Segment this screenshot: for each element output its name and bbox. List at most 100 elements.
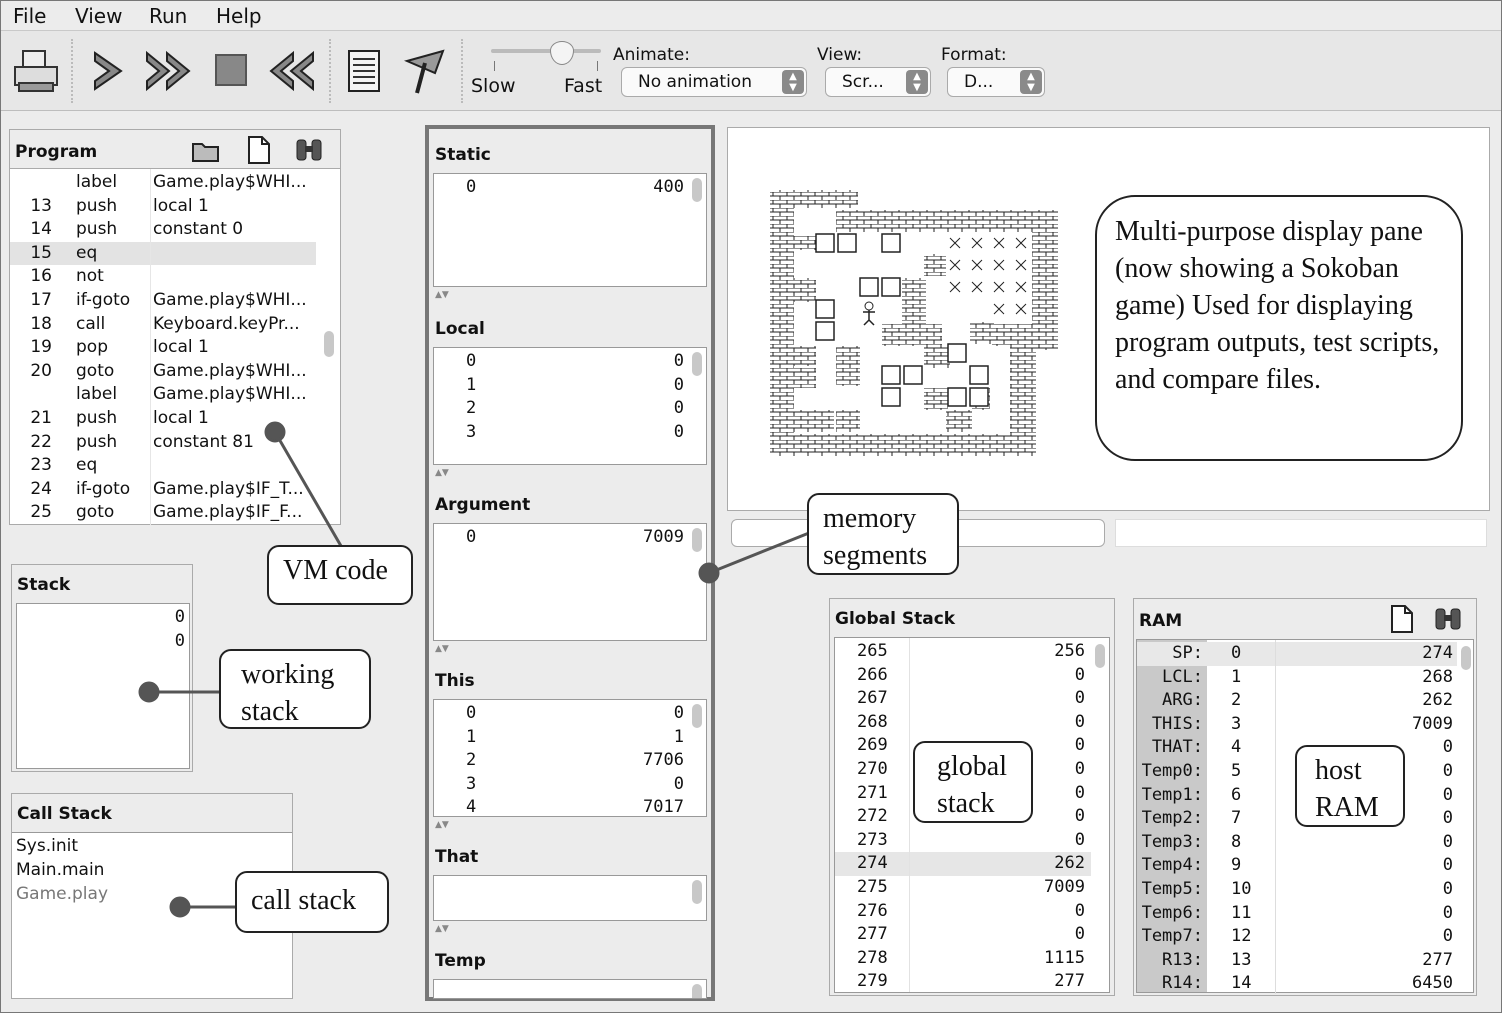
global-stack-row[interactable]: 265 256 (835, 640, 1091, 664)
program-row[interactable]: 18 call Keyboard.keyPr... (10, 313, 316, 337)
program-row-number: 23 (30, 455, 52, 476)
segment-scrollbar[interactable] (692, 880, 702, 904)
script-icon (348, 50, 380, 92)
animate-select[interactable]: No animation ▲ ▼ (621, 67, 807, 97)
load-program-button[interactable] (9, 43, 65, 99)
stack-list[interactable]: 0 0 (16, 603, 190, 769)
segment-scrollbar[interactable] (692, 178, 702, 202)
program-row-command: push (76, 431, 118, 452)
segment-this-list[interactable]: 0 0 1 1 2 7706 3 0 4 7017 (433, 699, 707, 817)
program-row[interactable]: 13 push local 1 (10, 195, 316, 219)
global-stack-row[interactable]: 276 0 (835, 900, 1091, 924)
segment-argument-list[interactable]: 0 7009 (433, 523, 707, 641)
segment-row: 0 7009 (434, 526, 684, 550)
global-stack-row[interactable]: 275 7009 (835, 876, 1091, 900)
global-stack-address: 266 (857, 664, 888, 685)
program-row[interactable]: 22 push constant 81 (10, 431, 316, 455)
ram-row[interactable]: Temp6: 11 0 (1137, 902, 1457, 926)
segment-index: 2 (466, 750, 477, 771)
segment-that-list[interactable] (433, 875, 707, 921)
ram-scrollbar[interactable] (1461, 646, 1471, 670)
chevron-updown-icon: ▲ ▼ (906, 70, 928, 94)
ram-label: Temp0: (1141, 761, 1203, 781)
program-row[interactable]: 25 goto Game.play$IF_F... (10, 501, 316, 525)
menu-file[interactable]: File (13, 4, 46, 28)
global-stack-value: 277 (1054, 971, 1085, 992)
program-row[interactable]: 23 eq (10, 454, 316, 478)
view-select[interactable]: Scr... ▲ ▼ (825, 67, 931, 97)
new-file-icon[interactable] (1386, 603, 1416, 635)
ram-row[interactable]: Temp5: 10 0 (1137, 878, 1457, 902)
global-stack-row[interactable]: 279 277 (835, 970, 1091, 994)
menu-help[interactable]: Help (216, 4, 262, 28)
menu-view[interactable]: View (75, 4, 122, 28)
ram-row[interactable]: Temp7: 12 0 (1137, 925, 1457, 949)
program-list[interactable]: label Game.play$WHI... 13 push local 1 14 push… (10, 168, 340, 525)
run-button[interactable] (141, 43, 197, 99)
breakpoints-button[interactable] (399, 43, 455, 99)
global-stack-callout: global stack (913, 741, 1033, 823)
segment-scrollbar[interactable] (692, 984, 702, 998)
global-stack-row[interactable]: 267 0 (835, 687, 1091, 711)
program-row[interactable]: 14 push constant 0 (10, 218, 316, 242)
program-row[interactable]: 24 if-goto Game.play$IF_T... (10, 478, 316, 502)
segment-static-list[interactable]: 0 400 (433, 173, 707, 287)
program-row[interactable]: label Game.play$WHI... (10, 383, 316, 407)
program-row-command: push (76, 219, 118, 240)
splitter-handle[interactable]: ▲▼ (429, 469, 711, 478)
program-row[interactable]: 17 if-goto Game.play$WHI... (10, 289, 316, 313)
program-row-command: push (76, 408, 118, 428)
new-file-icon[interactable] (243, 134, 273, 166)
splitter-handle[interactable]: ▲▼ (429, 291, 711, 300)
stack-title: Stack (17, 575, 71, 595)
program-row[interactable]: 16 not (10, 265, 316, 289)
program-scrollbar[interactable] (324, 331, 334, 357)
reset-button[interactable] (263, 43, 319, 99)
ram-row[interactable]: R13: 13 277 (1137, 949, 1457, 973)
program-row-number: 24 (30, 478, 52, 499)
splitter-handle[interactable]: ▲▼ (429, 925, 711, 934)
global-stack-row[interactable]: 268 0 (835, 711, 1091, 735)
find-icon[interactable] (1432, 605, 1464, 633)
stop-button[interactable] (203, 43, 259, 99)
global-stack-row[interactable]: 274 262 (835, 852, 1091, 876)
ram-row[interactable]: ARG: 2 262 (1137, 689, 1457, 713)
global-stack-row[interactable]: 266 0 (835, 664, 1091, 688)
program-row[interactable]: 21 push local 1 (10, 407, 316, 431)
open-folder-icon[interactable] (190, 136, 222, 164)
global-stack-scrollbar[interactable] (1095, 644, 1105, 668)
segment-local-list[interactable]: 00102030 (433, 347, 707, 465)
ram-address: 11 (1231, 902, 1252, 923)
program-row[interactable]: 15 eq (10, 241, 316, 266)
segment-scrollbar[interactable] (692, 704, 702, 728)
global-stack-row[interactable]: 277 0 (835, 923, 1091, 947)
segment-scrollbar[interactable] (692, 352, 702, 376)
segment-temp-list[interactable] (433, 979, 707, 999)
splitter-handle[interactable]: ▲▼ (429, 645, 711, 654)
find-icon[interactable] (293, 136, 325, 164)
program-row-command: label (76, 172, 118, 192)
ram-row[interactable]: R14: 14 6450 (1137, 972, 1457, 996)
segment-scrollbar[interactable] (692, 528, 702, 552)
ram-row[interactable]: Temp4: 9 0 (1137, 854, 1457, 878)
ram-value: 0 (1442, 808, 1453, 829)
single-step-button[interactable] (81, 43, 137, 99)
global-stack-row[interactable]: 278 1115 (835, 947, 1091, 971)
program-row-argument: constant 0 (153, 219, 244, 240)
ram-row[interactable]: SP: 0 274 (1137, 642, 1457, 666)
ram-row[interactable]: LCL: 1 268 (1137, 666, 1457, 690)
program-row[interactable]: 20 goto Game.play$WHI... (10, 360, 316, 384)
ram-row[interactable]: THIS: 3 7009 (1137, 713, 1457, 737)
menu-run[interactable]: Run (149, 4, 187, 28)
segment-index: 2 (466, 398, 477, 419)
global-stack-row[interactable]: 273 0 (835, 829, 1091, 853)
speed-slider-track[interactable] (491, 49, 601, 53)
stack-value: 0 (174, 631, 185, 651)
menu-bar: File View Run Help (1, 1, 1501, 31)
splitter-handle[interactable]: ▲▼ (429, 821, 711, 830)
program-row[interactable]: label Game.play$WHI... (10, 171, 316, 195)
format-select[interactable]: D... ▲ ▼ (947, 67, 1045, 97)
program-row[interactable]: 19 pop local 1 (10, 336, 316, 360)
script-button[interactable] (337, 43, 393, 99)
ram-row[interactable]: Temp3: 8 0 (1137, 831, 1457, 855)
